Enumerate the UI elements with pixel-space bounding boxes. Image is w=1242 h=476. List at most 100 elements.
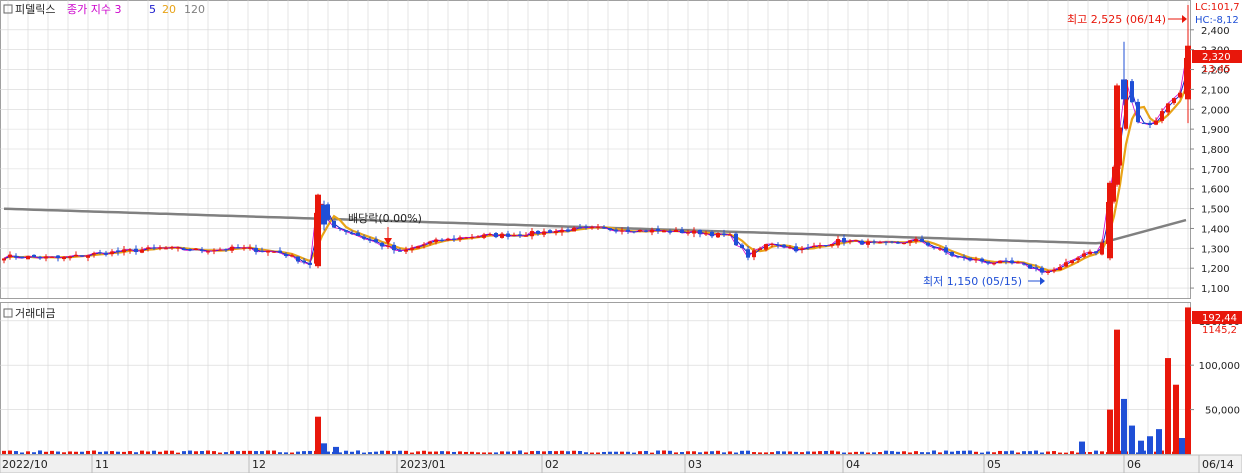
- volume-bar: [836, 451, 840, 454]
- volume-bar: [644, 450, 648, 454]
- volume-bar: [92, 450, 96, 454]
- candle-body: [740, 244, 744, 248]
- candle-body: [128, 249, 132, 251]
- candle-body: [116, 250, 120, 252]
- candle-body: [998, 260, 1002, 264]
- volume-bar: [164, 450, 168, 454]
- candle-body: [884, 241, 888, 243]
- candle-body: [350, 233, 354, 235]
- candle-body: [1130, 81, 1134, 103]
- candle-body: [321, 204, 327, 225]
- volume-bar: [824, 450, 828, 454]
- y-tick-label: 1,200: [1201, 264, 1230, 275]
- y-tick-label: 50,000: [1205, 406, 1240, 417]
- candle-body: [1148, 122, 1152, 125]
- volume-bar: [896, 451, 900, 454]
- x-axis-bar: [0, 454, 1242, 474]
- candle-body: [1185, 45, 1191, 100]
- candle-body: [674, 229, 678, 233]
- candle-body: [878, 242, 882, 244]
- candle-body: [638, 229, 642, 232]
- candle-body: [992, 263, 996, 265]
- candle-body: [422, 244, 426, 246]
- volume-bar: [740, 450, 744, 454]
- volume-bar: [860, 451, 864, 454]
- chart-canvas[interactable]: 피델릭스 종가 지수 3 5 20 120 거래대금 최고 2,525 (06/…: [0, 0, 1242, 474]
- volume-bar: [560, 450, 564, 454]
- candle-body: [315, 194, 321, 267]
- volume-bar: [398, 450, 402, 454]
- volume-bar: [734, 452, 738, 454]
- candle-body: [560, 229, 564, 233]
- volume-bar: [650, 452, 654, 454]
- x-tick-label: 02: [545, 458, 559, 471]
- volume-bar: [152, 450, 156, 454]
- candle-body: [596, 226, 600, 228]
- candle-body: [1070, 260, 1074, 264]
- volume-bar: [542, 451, 546, 454]
- volume-bar: [698, 452, 702, 454]
- volume-bar: [968, 450, 972, 454]
- candle-body: [1142, 123, 1146, 125]
- volume-bar: [428, 451, 432, 454]
- candle-body: [968, 257, 972, 261]
- candle-body: [458, 237, 462, 240]
- candle-body: [290, 255, 294, 257]
- volume-bar: [614, 451, 618, 454]
- candle-body: [212, 250, 216, 252]
- volume-pane-frame: [0, 302, 1191, 455]
- volume-bar: [434, 451, 438, 454]
- x-tick-label: 11: [95, 458, 109, 471]
- candle-body: [710, 231, 714, 237]
- volume-bar: [566, 451, 570, 454]
- volume-bar: [242, 450, 246, 454]
- candle-body: [698, 229, 702, 235]
- candle-body: [278, 250, 282, 253]
- volume-bar: [116, 451, 120, 454]
- candle-body: [584, 226, 588, 228]
- candle-body: [734, 233, 738, 246]
- candle-body: [986, 261, 990, 264]
- volume-bar: [722, 452, 726, 454]
- volume-bar: [1004, 451, 1008, 454]
- volume-bar: [626, 451, 630, 454]
- candle-body: [716, 233, 720, 238]
- candle-body: [194, 248, 198, 250]
- volume-bar: [1022, 451, 1026, 454]
- volume-bar: [488, 452, 492, 454]
- volume-bar: [158, 451, 162, 454]
- candle-body: [980, 258, 984, 262]
- candle-body: [308, 262, 312, 265]
- volume-bar: [494, 452, 498, 454]
- volume-bar: [770, 452, 774, 454]
- candle-body: [50, 256, 54, 258]
- candle-body: [188, 248, 192, 251]
- volume-bar: [302, 451, 306, 454]
- candle-body: [692, 230, 696, 234]
- candle-body: [1094, 251, 1098, 254]
- volume-bar: [333, 446, 339, 454]
- volume-bar: [956, 450, 960, 454]
- candle-body: [566, 229, 570, 232]
- candle-body: [2, 258, 6, 261]
- candle-body: [122, 249, 126, 252]
- volume-bar: [1034, 450, 1038, 454]
- candle-body: [332, 220, 336, 228]
- volume-bar: [596, 452, 600, 454]
- low-annotation-text: 최저 1,150 (05/15): [923, 275, 1022, 288]
- volume-bar: [572, 450, 576, 454]
- y-tick-label: 2,100: [1201, 85, 1230, 96]
- volume-bar: [374, 451, 378, 454]
- y-tick-label: 100,000: [1199, 361, 1240, 372]
- candle-body: [1028, 264, 1032, 269]
- candle-body: [1046, 271, 1050, 273]
- candle-body: [170, 247, 174, 249]
- candle-body: [1178, 92, 1182, 98]
- volume-bar: [716, 450, 720, 454]
- candle-body: [620, 230, 624, 232]
- candle-body: [572, 227, 576, 232]
- volume-bar: [692, 451, 696, 454]
- volume-bar: [26, 451, 30, 454]
- volume-bar: [776, 451, 780, 454]
- volume-bar: [470, 451, 474, 454]
